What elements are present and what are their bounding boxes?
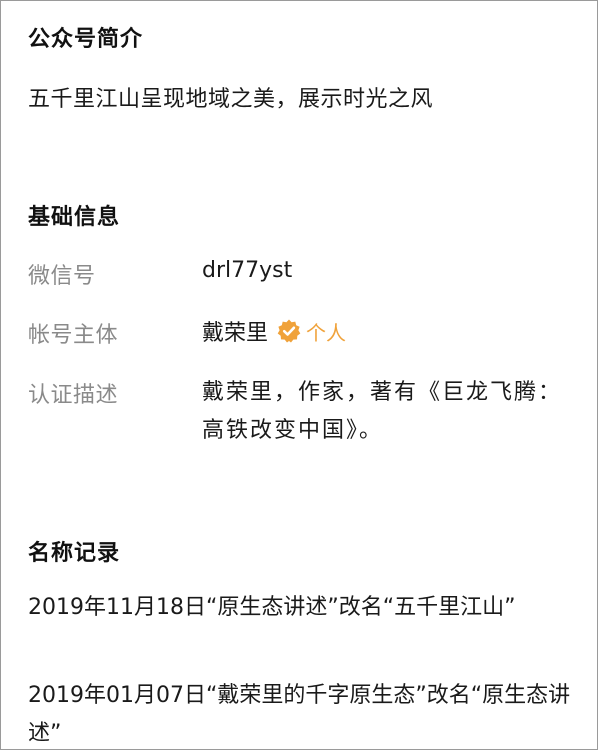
- basic-info-section-title: 基础信息: [28, 205, 121, 230]
- intro-section-title: 公众号简介: [28, 27, 144, 52]
- verified-check-icon: [276, 318, 302, 344]
- entity-label: 帐号主体: [28, 323, 119, 348]
- entity-value-row: 戴荣里 个人: [202, 316, 346, 346]
- intro-text: 五千里江山呈现地域之美，展示时光之风: [28, 87, 434, 112]
- name-record-item: 2019年01月07日“戴荣里的千字原生态”改名“原生态讲述”: [28, 683, 571, 746]
- cert-label: 认证描述: [28, 383, 119, 408]
- wechat-id-value: drl77yst: [202, 258, 293, 283]
- entity-type-badge: 个人: [306, 320, 347, 345]
- name-history-section-title: 名称记录: [28, 541, 121, 566]
- entity-name: 戴荣里: [202, 321, 269, 346]
- cert-description: 戴荣里，作家，著有《巨龙飞腾：高铁改变中国》。: [202, 380, 563, 443]
- wechat-id-label: 微信号: [28, 264, 96, 289]
- account-profile-page: 公众号简介 五千里江山呈现地域之美，展示时光之风 基础信息 微信号 drl77y…: [0, 0, 598, 750]
- name-record-item: 2019年11月18日“原生态讲述”改名“五千里江山”: [28, 595, 516, 620]
